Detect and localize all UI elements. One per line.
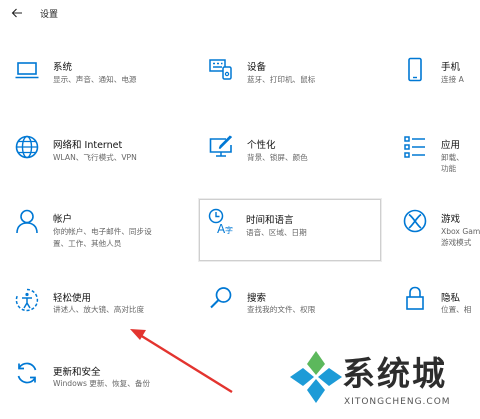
- tile-desc: 背景、锁屏、颜色: [247, 153, 308, 162]
- tile-desc: 位置、相: [441, 305, 472, 314]
- tile-name: 更新和安全: [53, 367, 101, 378]
- tile-desc: Xbox Game: [441, 227, 480, 236]
- lock-icon: [402, 285, 428, 311]
- tile-name: 游戏: [441, 214, 461, 225]
- back-arrow-icon: [11, 8, 22, 18]
- xbox-icon: [402, 208, 428, 234]
- tile-name: 帐户: [53, 214, 73, 225]
- watermark-text: 系统城: [342, 354, 447, 393]
- tile-phone[interactable]: 手机 连接 A: [398, 48, 480, 98]
- globe-icon: [14, 134, 40, 160]
- tile-ease-of-access[interactable]: 轻松使用 讲述人、放大镜、高对比度: [8, 282, 188, 332]
- ease-of-access-icon: [14, 287, 40, 313]
- laptop-icon: [14, 57, 40, 83]
- tile-personalization[interactable]: 个性化 背景、锁屏、颜色: [202, 128, 382, 178]
- tile-desc: 你的帐户、电子邮件、同步设: [53, 227, 152, 236]
- tile-desc: 置、工作、其他人员: [53, 239, 122, 248]
- watermark-logo-icon: [290, 351, 342, 403]
- tile-name: 系统: [53, 62, 73, 73]
- tile-desc: 查找我的文件、权限: [247, 305, 316, 314]
- title-bar: 设置: [0, 0, 480, 26]
- window-title: 设置: [40, 10, 59, 20]
- tile-name: 应用: [441, 140, 461, 151]
- tile-desc: 卸载、: [441, 153, 464, 162]
- tile-desc: WLAN、飞行模式、VPN: [53, 153, 137, 162]
- phone-icon: [402, 57, 428, 83]
- tile-name: 隐私: [441, 293, 461, 304]
- tile-name: 设备: [247, 62, 267, 73]
- tile-desc: 功能: [441, 164, 457, 173]
- tile-update-security[interactable]: 更新和安全 Windows 更新、恢复、备份: [8, 356, 188, 406]
- watermark-url: XITONGCHENG.COM: [344, 397, 451, 407]
- tile-system[interactable]: 系统 显示、声音、通知、电源: [8, 48, 188, 98]
- tile-desc: 语音、区域、日期: [246, 228, 307, 237]
- tile-desc: 连接 A: [441, 75, 464, 84]
- tile-name: 搜索: [247, 293, 267, 304]
- person-icon: [14, 208, 40, 234]
- tile-name: 轻松使用: [53, 293, 92, 304]
- tile-name: 网络和 Internet: [53, 140, 123, 151]
- tile-name: 时间和语言: [246, 215, 294, 226]
- search-icon: [208, 285, 234, 311]
- tile-time-language[interactable]: A字 时间和语言 语音、区域、日期: [199, 199, 381, 261]
- time-language-icon: A字: [207, 208, 233, 234]
- tile-search[interactable]: 搜索 查找我的文件、权限: [202, 282, 382, 332]
- keyboard-icon: [208, 56, 234, 82]
- back-button[interactable]: [6, 3, 28, 23]
- svg-text:字: 字: [225, 225, 233, 234]
- sync-icon: [14, 360, 40, 386]
- tile-desc: 讲述人、放大镜、高对比度: [53, 305, 145, 314]
- tile-network[interactable]: 网络和 Internet WLAN、飞行模式、VPN: [8, 128, 188, 178]
- watermark: 系统城 XITONGCHENG.COM: [286, 343, 480, 419]
- tile-privacy[interactable]: 隐私 位置、相: [398, 282, 480, 332]
- pen-monitor-icon: [208, 134, 234, 160]
- tile-desc: 显示、声音、通知、电源: [53, 75, 137, 84]
- tile-accounts[interactable]: 帐户 你的帐户、电子邮件、同步设 置、工作、其他人员: [8, 200, 188, 260]
- tile-desc: 蓝牙、打印机、鼠标: [247, 75, 316, 84]
- tile-apps[interactable]: 应用 卸载、 功能: [398, 128, 480, 178]
- apps-list-icon: [402, 134, 428, 160]
- tile-desc: 游戏模式: [441, 238, 472, 247]
- tile-name: 个性化: [247, 140, 276, 151]
- tile-devices[interactable]: 设备 蓝牙、打印机、鼠标: [202, 48, 382, 98]
- tile-gaming[interactable]: 游戏 Xbox Game 游戏模式: [398, 200, 480, 260]
- tile-name: 手机: [441, 62, 461, 73]
- tile-desc: Windows 更新、恢复、备份: [53, 379, 151, 388]
